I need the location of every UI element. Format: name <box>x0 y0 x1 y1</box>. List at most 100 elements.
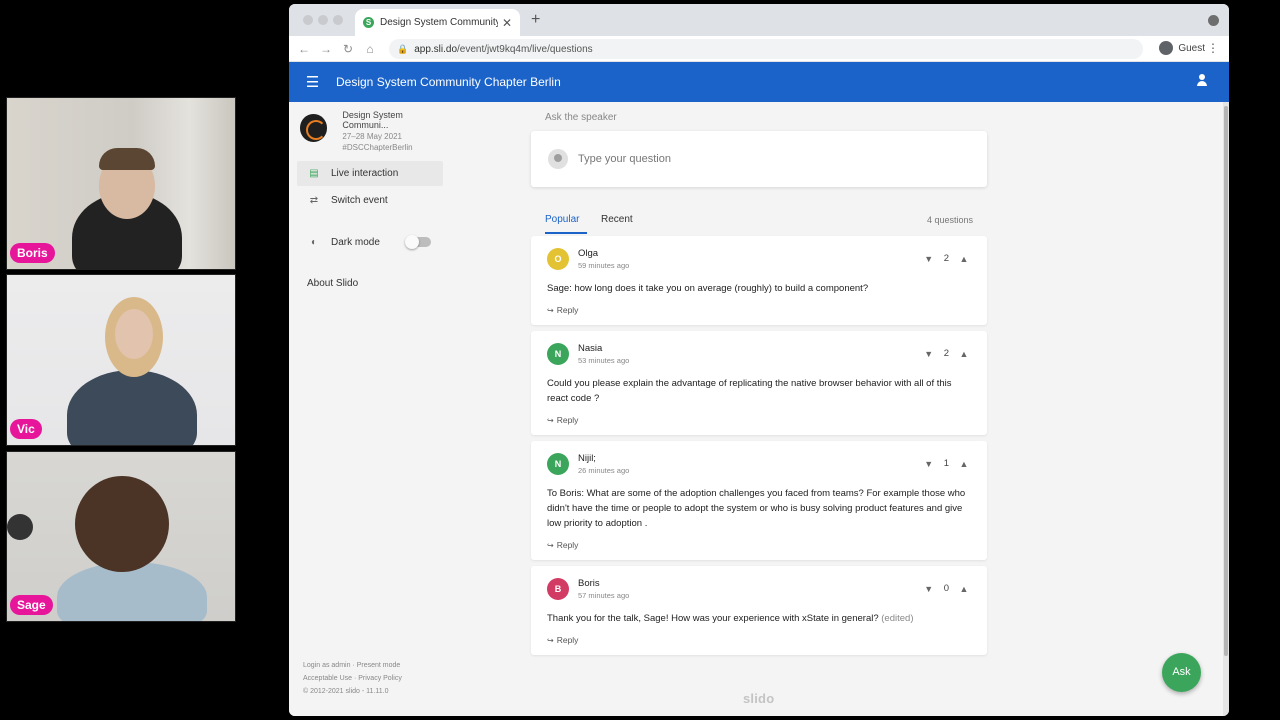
switch-icon: ⇄ <box>309 195 319 206</box>
thumbs-down-icon[interactable]: ▼ <box>922 254 936 264</box>
video-tile-sage: Sage <box>6 451 236 622</box>
vote-controls: ▼ 2 ▲ <box>922 348 971 359</box>
question-author: Nijil; <box>578 453 596 464</box>
app-header: ☰ Design System Community Chapter Berlin <box>289 62 1229 102</box>
profile-avatar-icon <box>1159 41 1174 55</box>
question-card: N Nasia 53 minutes ago ▼ 2 ▲ Could you p… <box>531 331 987 435</box>
reply-button[interactable]: ↪ Reply <box>547 540 578 550</box>
event-name: Design System Communi... <box>342 110 403 130</box>
questions-panel: Ask the speaker Popular Recent 4 questio… <box>531 102 987 716</box>
ask-question-box[interactable] <box>531 131 987 187</box>
slido-logo: slido <box>743 691 775 706</box>
video-feed <box>7 275 235 445</box>
reply-label: Reply <box>556 305 579 315</box>
question-author: Nasia <box>578 343 603 354</box>
question-input[interactable] <box>578 153 958 165</box>
video-tile-vic: Vic <box>6 274 236 446</box>
about-slido-link[interactable]: About Slido <box>307 278 358 289</box>
question-card: N Nijil; 26 minutes ago ▼ 1 ▲ To Boris: … <box>531 441 987 560</box>
sidebar-item-label: Switch event <box>331 195 388 206</box>
sidebar-item-label: Dark mode <box>331 237 380 248</box>
window-control-icon[interactable] <box>1208 15 1219 26</box>
active-tab-indicator <box>545 232 587 234</box>
reply-icon: ↪ <box>547 541 554 550</box>
question-text: Could you please explain the advantage o… <box>547 376 971 406</box>
question-text: Sage: how long does it take you on avera… <box>547 281 971 296</box>
scrollbar-thumb[interactable] <box>1224 106 1228 656</box>
reply-button[interactable]: ↪ Reply <box>547 305 578 315</box>
back-icon[interactable]: ← <box>293 42 315 56</box>
participant-name-tag: Vic <box>10 419 42 439</box>
window-zoom-dot[interactable] <box>333 15 343 25</box>
chat-icon: ▤ <box>309 168 319 179</box>
thumbs-up-icon[interactable]: ▲ <box>957 254 971 264</box>
profile-button[interactable]: Guest <box>1159 41 1205 55</box>
new-tab-icon[interactable]: + <box>531 11 540 29</box>
question-card: O Olga 59 minutes ago ▼ 2 ▲ Sage: how lo… <box>531 236 987 325</box>
reply-icon: ↪ <box>547 306 554 315</box>
dark-mode-toggle[interactable] <box>405 235 431 249</box>
author-avatar: B <box>547 578 569 600</box>
home-icon[interactable]: ⌂ <box>359 42 381 56</box>
event-title: Design System Community Chapter Berlin <box>336 75 561 89</box>
lock-icon: 🔒 <box>397 43 409 54</box>
vote-controls: ▼ 1 ▲ <box>922 458 971 469</box>
sidebar-item-label: Live interaction <box>331 168 399 179</box>
sidebar: Design System Communi... 27–28 May 2021 … <box>289 102 449 716</box>
question-time: 57 minutes ago <box>578 591 630 600</box>
page-scrollbar[interactable] <box>1223 102 1229 716</box>
close-tab-icon[interactable]: ✕ <box>502 16 512 30</box>
reply-icon: ↪ <box>547 416 554 425</box>
tab-popular[interactable]: Popular <box>545 214 579 225</box>
footer-admin-links[interactable]: Login as admin · Present mode <box>303 659 402 672</box>
ask-button[interactable]: Ask <box>1162 653 1201 692</box>
question-body: Sage: how long does it take you on avera… <box>547 283 869 294</box>
event-code: #DSCChapterBerlin <box>342 143 413 152</box>
footer-policy-links[interactable]: Acceptable Use · Privacy Policy <box>303 672 402 685</box>
thumbs-down-icon[interactable]: ▼ <box>922 349 936 359</box>
author-avatar: N <box>547 343 569 365</box>
window-minimize-dot[interactable] <box>318 15 328 25</box>
reload-icon[interactable]: ↻ <box>337 42 359 56</box>
slido-favicon-icon: S <box>363 17 374 28</box>
question-body: Could you please explain the advantage o… <box>547 378 952 404</box>
forward-icon[interactable]: → <box>315 42 337 56</box>
question-body: To Boris: What are some of the adoption … <box>547 488 966 529</box>
reply-button[interactable]: ↪ Reply <box>547 635 578 645</box>
vote-count: 1 <box>943 458 949 469</box>
video-tile-boris: Boris <box>6 97 236 270</box>
anonymous-user-icon <box>548 149 568 169</box>
url-bar[interactable]: 🔒 app.sli.do/event/jwt9kq4m/live/questio… <box>389 39 1143 59</box>
thumbs-up-icon[interactable]: ▲ <box>957 584 971 594</box>
footer-links: Login as admin · Present mode Acceptable… <box>303 659 402 698</box>
vote-count: 2 <box>943 348 949 359</box>
event-date: 27–28 May 2021 <box>342 132 402 141</box>
sidebar-item-live-interaction[interactable]: ▤ Live interaction <box>297 161 443 186</box>
tab-strip: S Design System Community Ch ✕ + <box>289 4 1229 36</box>
thumbs-up-icon[interactable]: ▲ <box>957 459 971 469</box>
author-avatar: N <box>547 453 569 475</box>
thumbs-up-icon[interactable]: ▲ <box>957 349 971 359</box>
tab-recent[interactable]: Recent <box>601 214 633 225</box>
question-time: 59 minutes ago <box>578 261 630 270</box>
browser-window: S Design System Community Ch ✕ + ← → ↻ ⌂… <box>289 4 1229 716</box>
edited-marker: (edited) <box>881 613 914 624</box>
thumbs-down-icon[interactable]: ▼ <box>922 584 936 594</box>
browser-tab[interactable]: S Design System Community Ch ✕ <box>355 9 520 36</box>
reply-label: Reply <box>556 540 579 550</box>
brightness-icon: ◐ <box>310 237 318 248</box>
sidebar-item-switch-event[interactable]: ⇄ Switch event <box>297 188 443 213</box>
question-tabs: Popular Recent 4 questions <box>531 208 987 234</box>
vote-controls: ▼ 2 ▲ <box>922 253 971 264</box>
user-account-icon[interactable] <box>1197 74 1207 86</box>
thumbs-down-icon[interactable]: ▼ <box>922 459 936 469</box>
window-close-dot[interactable] <box>303 15 313 25</box>
url-host: app.sli.do <box>414 43 458 55</box>
profile-label: Guest <box>1178 42 1205 54</box>
address-bar-row: ← → ↻ ⌂ 🔒 app.sli.do/event/jwt9kq4m/live… <box>289 36 1229 62</box>
app-content: Design System Communi... 27–28 May 2021 … <box>289 102 1223 716</box>
url-path: /event/jwt9kq4m/live/questions <box>457 43 593 55</box>
reply-button[interactable]: ↪ Reply <box>547 415 578 425</box>
hamburger-menu-icon[interactable]: ☰ <box>289 73 336 91</box>
browser-menu-icon[interactable]: ⋮ <box>1207 41 1219 55</box>
